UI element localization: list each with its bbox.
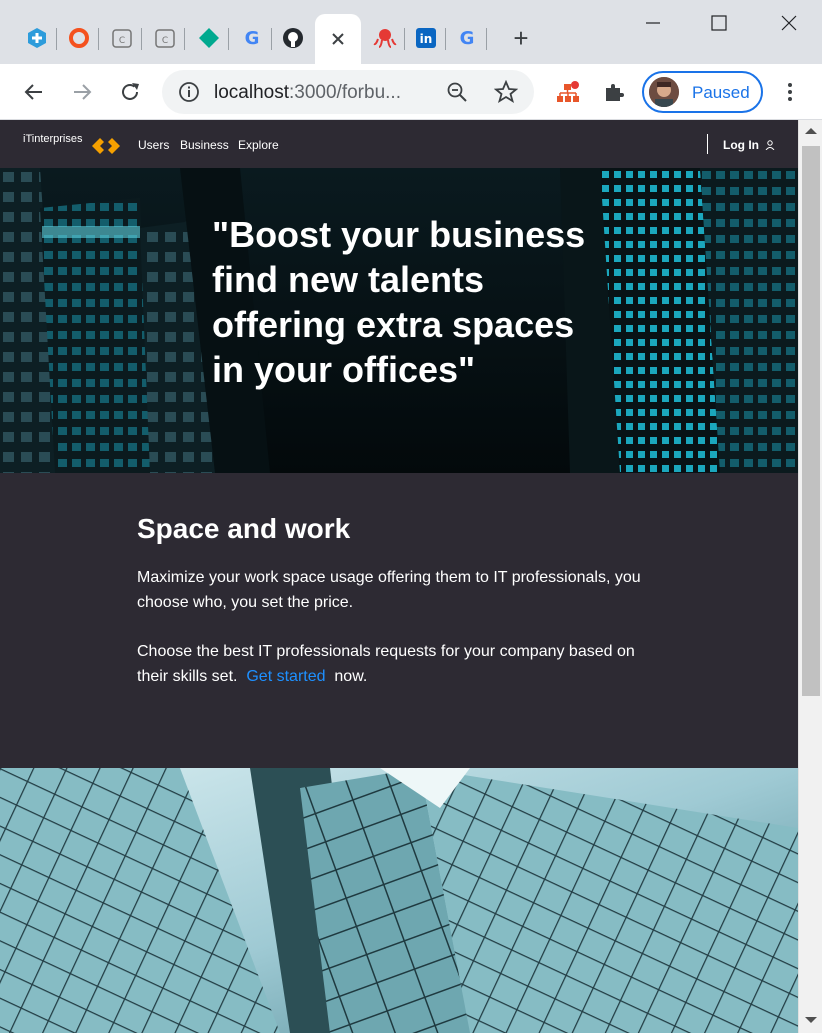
brand-chevrons-icon[interactable] (92, 138, 122, 154)
minimize-icon (646, 22, 660, 24)
hero-quote-line: "Boost your business (212, 214, 586, 255)
reload-button[interactable] (116, 78, 144, 106)
section-title: Space and work (137, 513, 351, 544)
section-paragraph-2: Choose the best IT professionals request… (137, 639, 657, 689)
tab-9[interactable] (366, 18, 405, 58)
page-scrollbar[interactable] (798, 120, 822, 1033)
url-text[interactable]: localhost:3000/forbu... (214, 82, 426, 104)
ring-icon (69, 28, 89, 48)
tab-10[interactable]: in (407, 18, 446, 58)
tab-2[interactable] (60, 18, 99, 58)
space-and-work-section: Space and work Maximize your work space … (0, 473, 798, 768)
linkedin-icon: in (416, 28, 436, 48)
tab-5[interactable] (190, 18, 229, 58)
scroll-down-arrow-icon[interactable] (805, 1017, 817, 1023)
nav-divider (707, 134, 708, 154)
menu-kebab-icon[interactable] (780, 80, 800, 104)
maximize-button[interactable] (704, 8, 734, 38)
avatar (649, 77, 679, 107)
svg-text:C: C (162, 36, 168, 46)
close-icon[interactable] (330, 31, 346, 47)
address-bar[interactable]: localhost:3000/forbu... (162, 70, 534, 114)
calendar-c-icon: C (112, 29, 132, 48)
brand-name[interactable]: iTinterprises (23, 133, 83, 145)
page-viewport: iTinterprises Users Business Explore Log… (0, 120, 798, 1033)
hero-quote: "Boost your business find new talents of… (212, 212, 592, 392)
tab-8-active[interactable] (315, 14, 361, 64)
maximize-icon (711, 15, 727, 31)
tab-1[interactable] (18, 18, 57, 58)
new-tab-button[interactable]: + (508, 25, 534, 52)
svg-text:G: G (460, 28, 475, 49)
calendar-c-icon: C (155, 29, 175, 48)
extensions-puzzle-icon[interactable] (602, 80, 626, 104)
nav-users[interactable]: Users (138, 138, 169, 152)
google-icon: G (245, 28, 260, 49)
browser-toolbar: localhost:3000/forbu... Paused (0, 64, 822, 120)
minimize-button[interactable] (638, 8, 668, 38)
diamond-icon (199, 28, 219, 48)
browser-chrome: C C G in G + localhost:3000/forbu... Pau… (0, 0, 822, 120)
hero-quote-line: find new talents (212, 259, 485, 300)
back-arrow-icon (24, 84, 42, 100)
tab-7[interactable] (274, 18, 312, 58)
hero-quote-line: offering extra spaces (212, 304, 575, 345)
reload-icon (122, 83, 139, 100)
close-window-button[interactable] (774, 8, 804, 38)
back-button[interactable] (20, 78, 48, 106)
hero-quote-line: in your offices" (212, 349, 476, 390)
tab-strip: C C G in G + (0, 0, 822, 64)
forward-button[interactable] (68, 78, 96, 106)
glass-building-image (0, 768, 798, 1033)
profile-button[interactable]: Paused (642, 71, 763, 113)
forward-arrow-icon (74, 84, 92, 100)
paragraph-text-end: now. (334, 668, 368, 685)
nav-business[interactable]: Business (180, 138, 229, 152)
hero-banner: "Boost your business find new talents of… (0, 168, 798, 473)
extension-sitemap-icon[interactable] (555, 80, 581, 106)
get-started-link[interactable]: Get started (246, 668, 325, 685)
scroll-thumb[interactable] (802, 146, 820, 696)
star-icon[interactable] (494, 80, 518, 104)
svg-text:G: G (245, 28, 260, 49)
tab-4[interactable]: C (146, 18, 185, 58)
github-icon (283, 28, 303, 48)
svg-text:in: in (420, 32, 433, 46)
octopus-icon (373, 29, 397, 48)
plus-shield-icon (28, 28, 46, 48)
tab-6[interactable]: G (233, 18, 272, 58)
zoom-icon[interactable] (446, 81, 468, 103)
user-icon[interactable] (765, 140, 775, 150)
tab-11[interactable]: G (448, 18, 487, 58)
paragraph-text: Choose the best IT professionals request… (137, 643, 635, 685)
profile-status: Paused (692, 83, 750, 102)
svg-text:C: C (119, 36, 125, 46)
nav-explore[interactable]: Explore (238, 138, 279, 152)
scroll-up-arrow-icon[interactable] (805, 128, 817, 134)
close-window-icon (781, 15, 797, 31)
site-navbar: iTinterprises Users Business Explore Log… (0, 120, 798, 168)
login-link[interactable]: Log In (723, 138, 759, 152)
info-icon[interactable] (178, 81, 200, 103)
section-paragraph-1: Maximize your work space usage offering … (137, 569, 641, 611)
tab-3[interactable]: C (103, 18, 142, 58)
google-icon: G (460, 28, 475, 49)
